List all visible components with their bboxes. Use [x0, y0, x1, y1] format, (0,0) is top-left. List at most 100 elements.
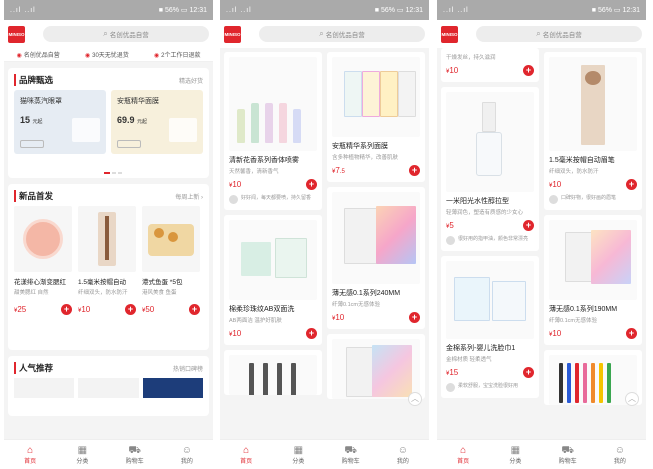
product-thumb[interactable]	[78, 378, 139, 398]
add-to-cart-button[interactable]: +	[409, 312, 420, 323]
product-price: ¥10	[332, 313, 345, 322]
product-price: ¥50	[142, 305, 155, 314]
bottom-tab-bar: ⌂ 首页 ▦ 分类 ⛟ 购物车 ☺ 我的	[220, 439, 429, 469]
tab-cart[interactable]: ⛟ 购物车	[325, 440, 377, 469]
product-card[interactable]: 干燥发丝，持久滋润 ¥10 +	[441, 48, 539, 82]
product-image	[549, 57, 637, 151]
signal-indicator: ..ıl ..ıl	[10, 6, 36, 14]
section-title: 新品首发	[14, 190, 53, 202]
tab-category[interactable]: ▦ 分类	[489, 440, 541, 469]
tab-category[interactable]: ▦ 分类	[56, 440, 108, 469]
add-to-cart-button[interactable]: +	[626, 328, 637, 339]
brand-card-button[interactable]	[20, 140, 44, 148]
tab-category[interactable]: ▦ 分类	[272, 440, 324, 469]
grid-icon: ▦	[77, 444, 88, 456]
add-to-cart-button[interactable]: +	[189, 304, 200, 315]
top-bar: MINISO ⌕ 名创优品自营	[437, 20, 646, 48]
product-subtitle: 甜美腮红 自然	[14, 290, 49, 296]
tab-home[interactable]: ⌂ 首页	[220, 440, 272, 469]
avatar	[229, 195, 238, 204]
tab-label: 分类	[509, 458, 522, 465]
user-icon: ☺	[397, 444, 408, 456]
popular-section: 人气推荐 热销口碑榜	[8, 356, 209, 416]
cart-icon: ⛟	[344, 444, 357, 456]
product-card[interactable]: 一米阳光水性醇拉型 轻薄润色，塑造有质感的少女心 ¥5 + 很好用的指甲油，颜色非…	[441, 87, 539, 251]
tab-profile[interactable]: ☺ 我的	[594, 440, 646, 469]
avatar	[549, 195, 558, 204]
product-item[interactable]: 花漾绯心渐变腮红 甜美腮红 自然 ¥25 +	[14, 206, 72, 315]
brand-card[interactable]: 安瓶精华面膜 69.9 元起	[111, 90, 203, 154]
tab-profile[interactable]: ☺ 我的	[161, 440, 213, 469]
search-input[interactable]: ⌕ 名创优品自营	[259, 26, 425, 42]
product-card[interactable]: 金棉系列-婴儿洗脸巾1 金棉材质 轻柔透气 ¥15 + 柔软舒服，宝宝洗脸很好用	[441, 256, 539, 398]
add-to-cart-button[interactable]: +	[125, 304, 136, 315]
product-card[interactable]: 清新花香系列香体喷雾 天然馨香，清新香气 ¥10 + 好好闻，每天都要喷，持久留香	[224, 52, 322, 210]
product-image	[229, 220, 317, 300]
brand-card-button[interactable]	[117, 140, 141, 148]
tab-home[interactable]: ⌂ 首页	[4, 440, 56, 469]
add-to-cart-button[interactable]: +	[409, 165, 420, 176]
tab-profile[interactable]: ☺ 我的	[377, 440, 429, 469]
product-card[interactable]	[327, 334, 425, 399]
search-input[interactable]: ⌕ 名创优品自营	[43, 26, 209, 42]
status-bar: ..ıl ..ıl ■ 56% ▭ 12:31	[437, 0, 646, 20]
home-icon: ⌂	[460, 444, 467, 456]
avatar	[446, 236, 455, 245]
product-thumb[interactable]	[142, 378, 203, 398]
add-to-cart-button[interactable]: +	[523, 220, 534, 231]
bottom-tab-bar: ⌂ 首页 ▦ 分类 ⛟ 购物车 ☺ 我的	[437, 439, 646, 469]
review-snippet: 口碑好物，很好画的眉笔	[549, 195, 637, 204]
tab-label: 分类	[292, 458, 305, 465]
product-image	[446, 92, 534, 192]
tab-home[interactable]: ⌂ 首页	[437, 440, 489, 469]
product-subtitle: 含多种植物精华，改善肌肤	[332, 155, 399, 161]
section-more-link[interactable]: 热销口碑榜	[173, 364, 203, 373]
product-image	[14, 206, 72, 272]
product-item[interactable]: 港式鱼蛋 *5包 港风美食 鱼蛋 ¥50 +	[142, 206, 200, 315]
add-to-cart-button[interactable]: +	[61, 304, 72, 315]
search-placeholder: 名创优品自营	[109, 32, 149, 39]
add-to-cart-button[interactable]: +	[626, 179, 637, 190]
add-to-cart-button[interactable]: +	[523, 367, 534, 378]
product-image	[72, 118, 100, 142]
product-price: ¥10	[229, 329, 242, 338]
add-to-cart-button[interactable]: +	[306, 179, 317, 190]
product-card[interactable]	[224, 350, 322, 395]
tab-label: 首页	[457, 458, 470, 465]
section-more-link[interactable]: 精选好货	[179, 76, 203, 85]
bottom-tab-bar: ⌂ 首页 ▦ 分类 ⛟ 购物车 ☺ 我的	[4, 439, 213, 469]
review-text: 好好闻，每天都要喷，持久留香	[241, 195, 312, 201]
product-name: 薄无感0.1系列190MM	[549, 306, 618, 313]
add-to-cart-button[interactable]: +	[306, 328, 317, 339]
product-price: ¥10	[549, 329, 562, 338]
product-price: ¥7.5	[332, 166, 345, 175]
product-name: 金棉系列-婴儿洗脸巾1	[446, 345, 516, 352]
product-image	[142, 206, 200, 272]
search-input[interactable]: ⌕ 名创优品自营	[476, 26, 642, 42]
product-card[interactable]: 薄无感0.1系列190MM 纤薄0.1cm无感体验 ¥10 +	[544, 215, 642, 345]
tab-cart[interactable]: ⛟ 购物车	[542, 440, 594, 469]
scroll-to-top-button[interactable]: ︿	[408, 392, 422, 406]
section-more-link[interactable]: 每周上新 ›	[175, 192, 203, 201]
product-thumb[interactable]	[14, 378, 75, 398]
promise-item: ◉ 名创优品自营	[17, 50, 60, 59]
tab-cart[interactable]: ⛟ 购物车	[109, 440, 161, 469]
status-bar: ..ıl ..ıl ■ 56% ▭ 12:31	[4, 0, 213, 20]
review-snippet: 柔软舒服，宝宝洗脸很好用	[446, 383, 534, 392]
status-right: ■ 56% ▭ 12:31	[591, 7, 640, 14]
product-card[interactable]: 安瓶精华系列面膜 含多种植物精华，改善肌肤 ¥7.5 +	[327, 52, 425, 182]
add-to-cart-button[interactable]: +	[523, 65, 534, 76]
product-card[interactable]: 棉柔珍珠纹AB双面洗 AB两面洁 温护好肌肤 ¥10 +	[224, 215, 322, 345]
brand-card[interactable]: 猫咪蒸汽眼罩 15 元起	[14, 90, 106, 154]
screen-feed-2: ..ıl ..ıl ■ 56% ▭ 12:31 MINISO ⌕ 名创优品自营 干…	[437, 0, 646, 469]
brand-card-title: 安瓶精华面膜	[117, 98, 159, 105]
scroll-to-top-button[interactable]: ︿	[625, 392, 639, 406]
product-card[interactable]: 薄无感0.1系列240MM 纤薄0.1cm无感体验 ¥10 +	[327, 187, 425, 329]
check-icon: ◉	[16, 53, 22, 59]
section-title: 人气推荐	[14, 362, 53, 374]
product-item[interactable]: 1.5毫米按帽自动 纤细双头，防水防汗 ¥10 +	[78, 206, 136, 315]
product-card[interactable]: 1.5毫米按帽自动眉笔 纤细双头，防水防汗 ¥10 + 口碑好物，很好画的眉笔	[544, 52, 642, 210]
product-grid: 清新花香系列香体喷雾 天然馨香，清新香气 ¥10 + 好好闻，每天都要喷，持久留香…	[220, 48, 429, 399]
product-name: 花漾绯心渐变腮红	[14, 279, 66, 286]
product-name: 一米阳光水性醇拉型	[446, 198, 509, 205]
